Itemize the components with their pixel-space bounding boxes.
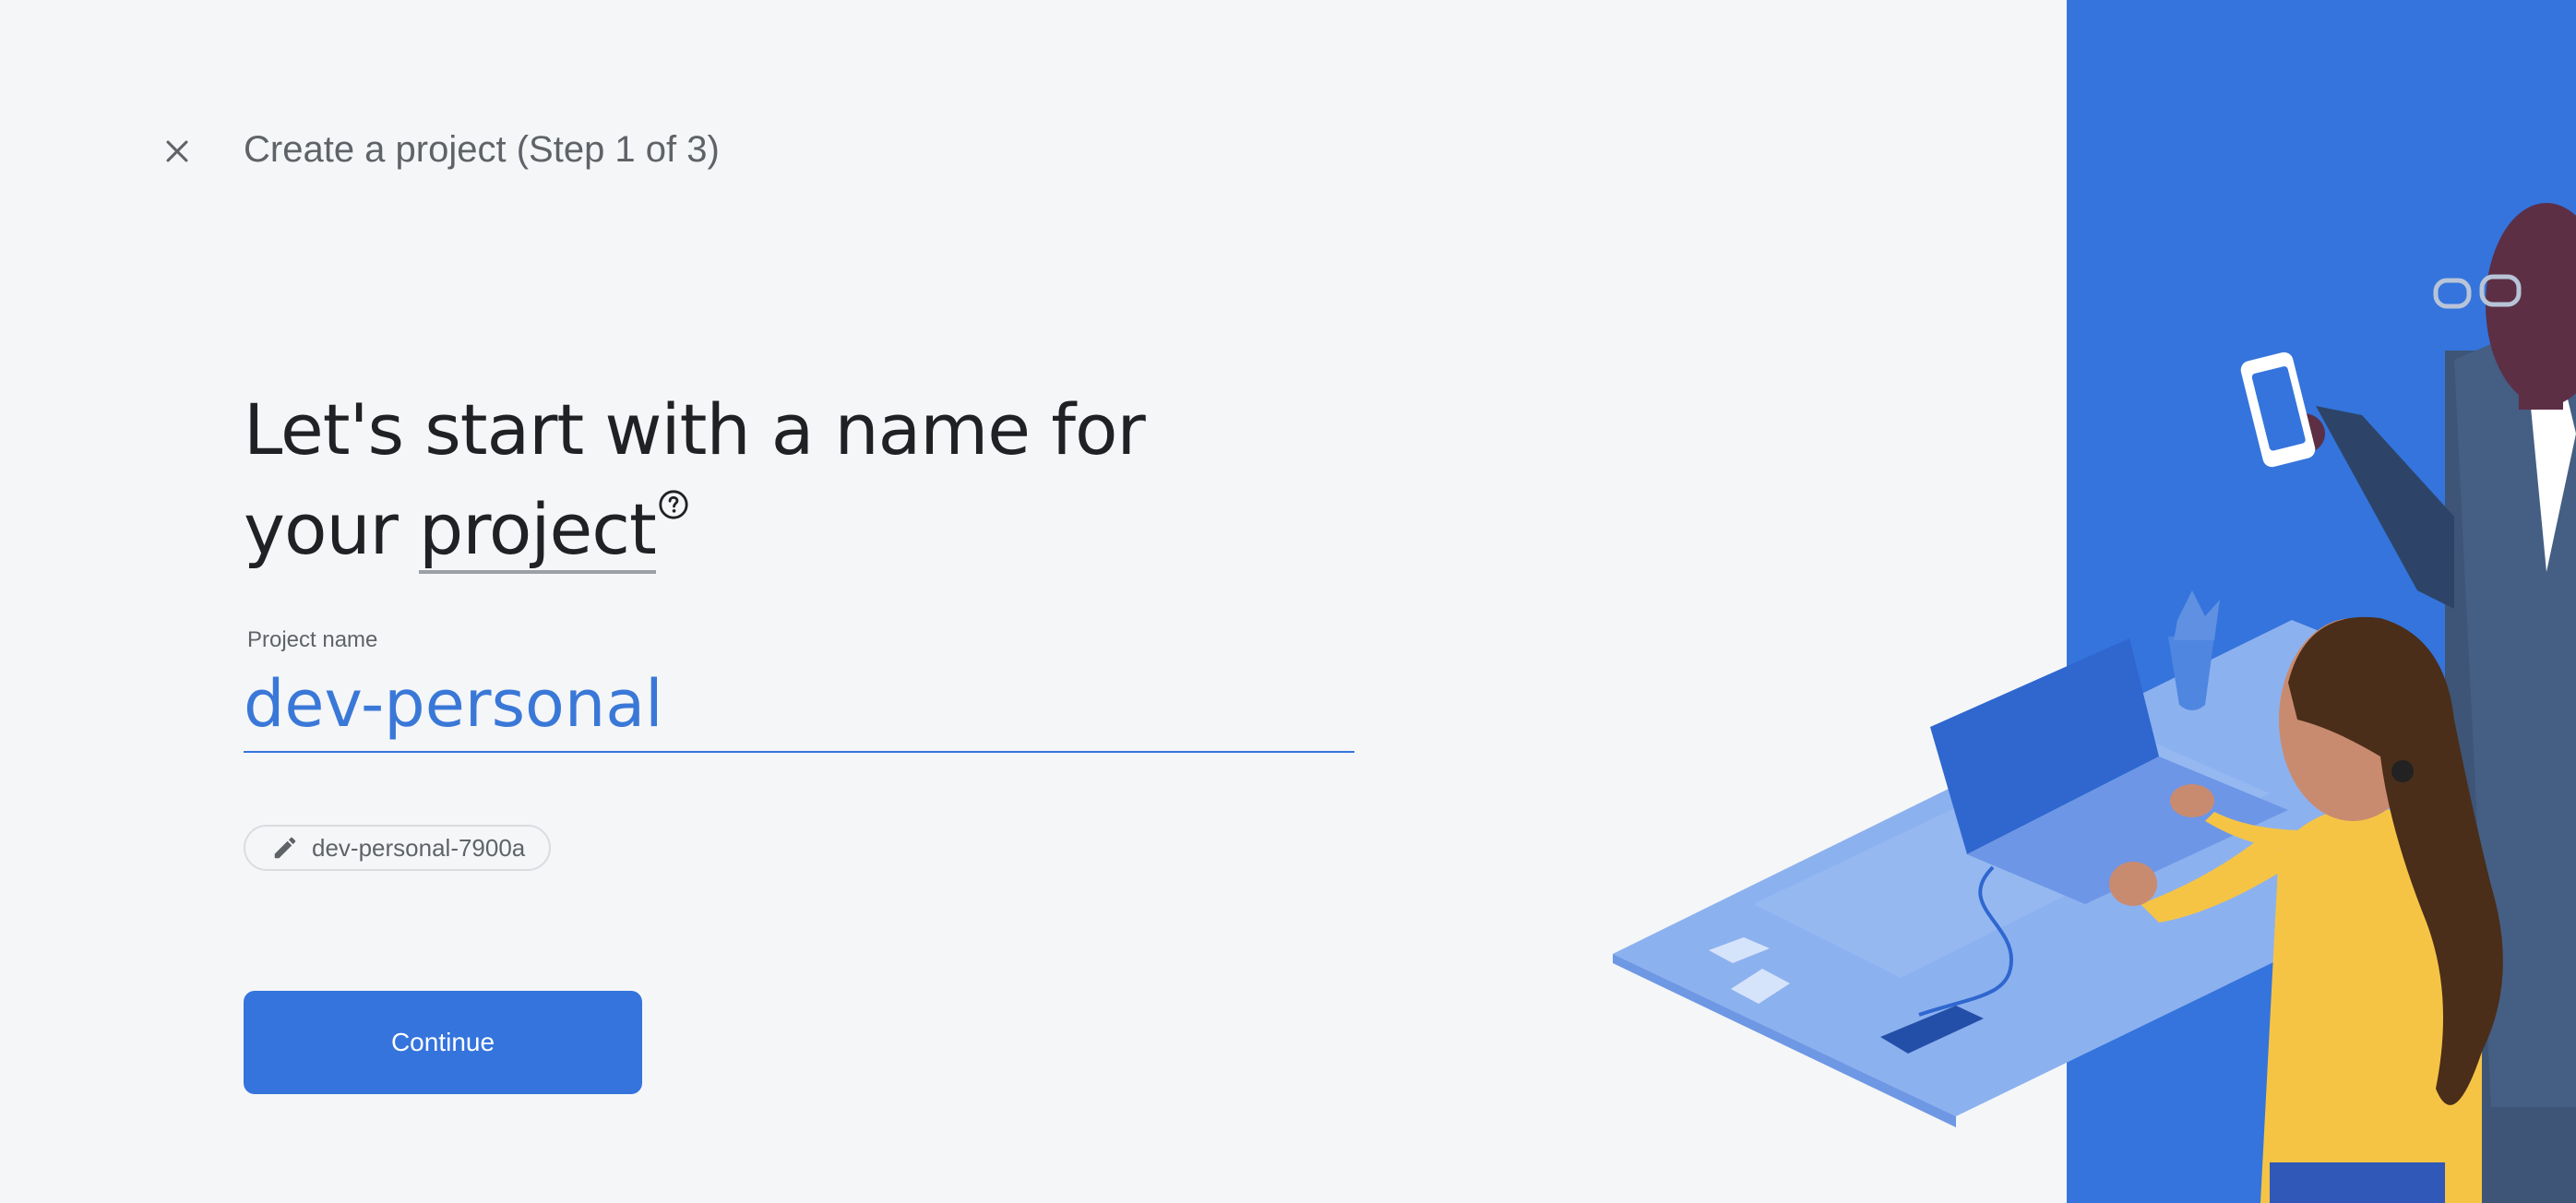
pencil-icon — [274, 837, 296, 859]
project-name-input[interactable] — [244, 657, 1354, 753]
step-title: Create a project (Step 1 of 3) — [244, 129, 720, 170]
project-name-label: Project name — [247, 627, 378, 652]
headline-line-1: Let's start with a name for — [244, 388, 1146, 470]
project-id-chip[interactable]: dev-personal-7900a — [244, 825, 552, 871]
page-headline: Let's start with a name for your project — [244, 380, 1258, 579]
continue-button[interactable]: Continue — [244, 991, 642, 1094]
headline-prefix: your — [244, 488, 420, 570]
close-icon — [166, 140, 188, 162]
workspace-illustration — [1613, 0, 2576, 1203]
help-icon[interactable] — [658, 489, 689, 520]
project-term-link[interactable]: project — [419, 488, 657, 574]
create-project-page: Create a project (Step 1 of 3) Let's sta… — [0, 0, 2576, 1203]
project-id-text: dev-personal-7900a — [312, 833, 526, 862]
headline-line-2: your project — [244, 480, 1258, 579]
close-button[interactable] — [151, 125, 203, 177]
